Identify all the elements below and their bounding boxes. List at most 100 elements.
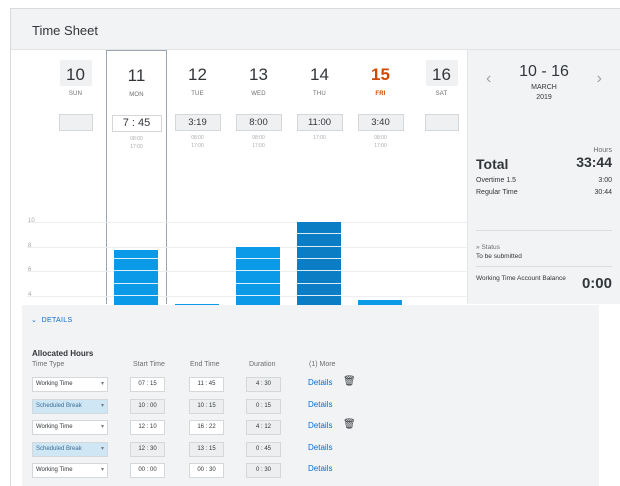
day-column-fri[interactable]: 15 FRI 3:40 08:00 17:00 (350, 50, 411, 160)
regular-time-value: 30:44 (594, 189, 612, 196)
day-start-time: 08:00 (130, 136, 143, 142)
start-time-input[interactable]: 07 : 15 (130, 377, 165, 392)
day-hours-field[interactable]: 7 : 45 (111, 115, 162, 132)
page-title: Time Sheet (32, 23, 98, 38)
chevron-down-icon: ⌄ (31, 317, 38, 324)
status-value: To be submitted (476, 253, 522, 260)
day-start-time: 08:00 (191, 135, 204, 141)
status-label: » Status (476, 244, 500, 251)
bar-segment-line (297, 294, 341, 296)
allocation-row: Working Time ▾ 07 : 15 11 : 45 4 : 30 Details… (22, 376, 599, 394)
details-link[interactable]: Details (308, 443, 332, 452)
day-column-wed[interactable]: 13 WED 8:00 08:00 17:00 (228, 50, 289, 160)
day-number: 15 (371, 65, 390, 84)
divider (476, 266, 612, 267)
day-end-time: 17:00 (130, 144, 143, 150)
column-header-start-time: Start Time (133, 361, 165, 368)
column-header-duration: Duration (249, 361, 276, 368)
day-number: 16 (432, 65, 451, 84)
overtime-label: Overtime 1.5 (476, 177, 517, 184)
duration-field: 4 : 12 (246, 420, 281, 435)
day-hours-field[interactable]: 3:40 (357, 114, 404, 131)
day-hours-field[interactable] (58, 114, 93, 131)
day-hours-field[interactable]: 3:19 (174, 114, 221, 131)
bar-segment-line (236, 270, 280, 272)
end-time-input[interactable]: 11 : 45 (189, 377, 224, 392)
allocation-row: Working Time ▾ 12 : 10 16 : 22 4 : 12 Details… (22, 419, 599, 437)
total-value: 33:44 (576, 154, 612, 170)
working-time-balance-label: Working Time Account Balance (476, 275, 566, 282)
end-time-input[interactable]: 13 : 15 (189, 441, 224, 457)
chevron-down-icon: ▾ (100, 467, 104, 473)
time-type-select[interactable]: Working Time ▾ (32, 463, 108, 478)
duration-field: 0 : 15 (246, 398, 281, 414)
end-time-input[interactable]: 00 : 30 (189, 463, 224, 478)
allocation-row: Scheduled Break ▾ 12 : 30 13 : 15 0 : 45 Deta… (22, 441, 599, 459)
time-type-select[interactable]: Scheduled Break ▾ (32, 441, 108, 457)
day-column-sat[interactable]: 16 SAT (411, 50, 472, 160)
day-hours-field[interactable]: 11:00 (296, 114, 343, 131)
bar-segment-line (236, 294, 280, 296)
start-time-input[interactable]: 12 : 10 (130, 420, 165, 435)
day-start-time: 08:00 (374, 135, 387, 141)
day-column-tue[interactable]: 12 TUE 3:19 08:00 17:00 (167, 50, 228, 160)
day-name: TUE (191, 91, 204, 97)
time-type-select[interactable]: Scheduled Break ▾ (32, 398, 108, 414)
start-time-input[interactable]: 00 : 00 (130, 463, 165, 478)
end-time-input[interactable]: 10 : 15 (189, 398, 224, 414)
day-start-time: 17:00 (313, 135, 326, 141)
chevron-down-icon: ▾ (100, 445, 104, 452)
day-hours-field[interactable] (424, 114, 459, 131)
duration-field: 4 : 30 (246, 377, 281, 392)
day-name: SUN (68, 91, 83, 97)
column-header-end-time: End Time (190, 361, 220, 368)
week-range: 10 - 16 (519, 63, 569, 80)
day-hours-field[interactable]: 8:00 (235, 114, 282, 131)
trash-icon[interactable]: 🗑 (343, 376, 356, 387)
day-column-sun[interactable]: 10 SUN (45, 50, 106, 160)
allocation-row: Working Time ▾ 00 : 00 00 : 30 0 : 30 Details (22, 463, 599, 480)
working-time-balance-value: 0:00 (581, 275, 612, 292)
overtime-value: 3:00 (598, 177, 612, 184)
day-number: 13 (249, 65, 268, 84)
trash-icon[interactable]: 🗑 (343, 419, 356, 430)
end-time-input[interactable]: 16 : 22 (189, 420, 224, 435)
bar-segment-line (297, 257, 341, 259)
regular-time-label: Regular Time (476, 189, 518, 196)
bar-segment-line (297, 282, 341, 284)
day-column-thu[interactable]: 14 THU 11:00 17:00 (289, 50, 350, 160)
bar-segment-line (297, 270, 341, 272)
status-icon: » (476, 244, 480, 251)
chevron-down-icon: ▾ (100, 424, 104, 430)
bar-segment-line (297, 221, 341, 222)
day-end-time: 17:00 (252, 143, 265, 149)
y-tick-label: 10 (28, 218, 35, 224)
day-start-time: 08:00 (252, 135, 265, 141)
week-summary-panel: ‹ › 10 - 16 MARCH 2019 Hours Total 33:44… (467, 50, 620, 304)
time-type-select[interactable]: Working Time ▾ (32, 377, 108, 392)
bar-segment-line (297, 245, 341, 247)
bar-segment-line (236, 282, 280, 284)
details-link[interactable]: Details (308, 464, 332, 473)
week-year: 2019 (536, 94, 552, 101)
day-number: 10 (66, 65, 85, 84)
start-time-input[interactable]: 12 : 30 (130, 441, 165, 457)
start-time-input[interactable]: 10 : 00 (130, 398, 165, 414)
week-view: 10 SUN 11 MON 7 : 45 08:00 17:00 12 TUE 3:19 08:00… (11, 50, 467, 347)
day-name: FRI (375, 91, 386, 97)
day-number: 14 (310, 65, 329, 84)
bar-segment-line (114, 270, 158, 272)
details-link[interactable]: Details (308, 400, 332, 409)
time-type-select[interactable]: Working Time ▾ (32, 420, 108, 435)
details-link[interactable]: Details (308, 378, 332, 387)
day-number: 12 (188, 65, 207, 84)
day-name: WED (251, 91, 266, 97)
duration-field: 0 : 30 (246, 463, 281, 478)
details-link[interactable]: Details (308, 421, 332, 430)
column-header-more: (1) More (309, 361, 336, 368)
title-bar: Time Sheet (11, 9, 620, 50)
duration-field: 0 : 45 (246, 441, 281, 457)
details-toggle[interactable]: ⌄ DETAILS (31, 316, 72, 324)
day-name: MON (129, 92, 144, 98)
total-label: Total (476, 156, 509, 172)
